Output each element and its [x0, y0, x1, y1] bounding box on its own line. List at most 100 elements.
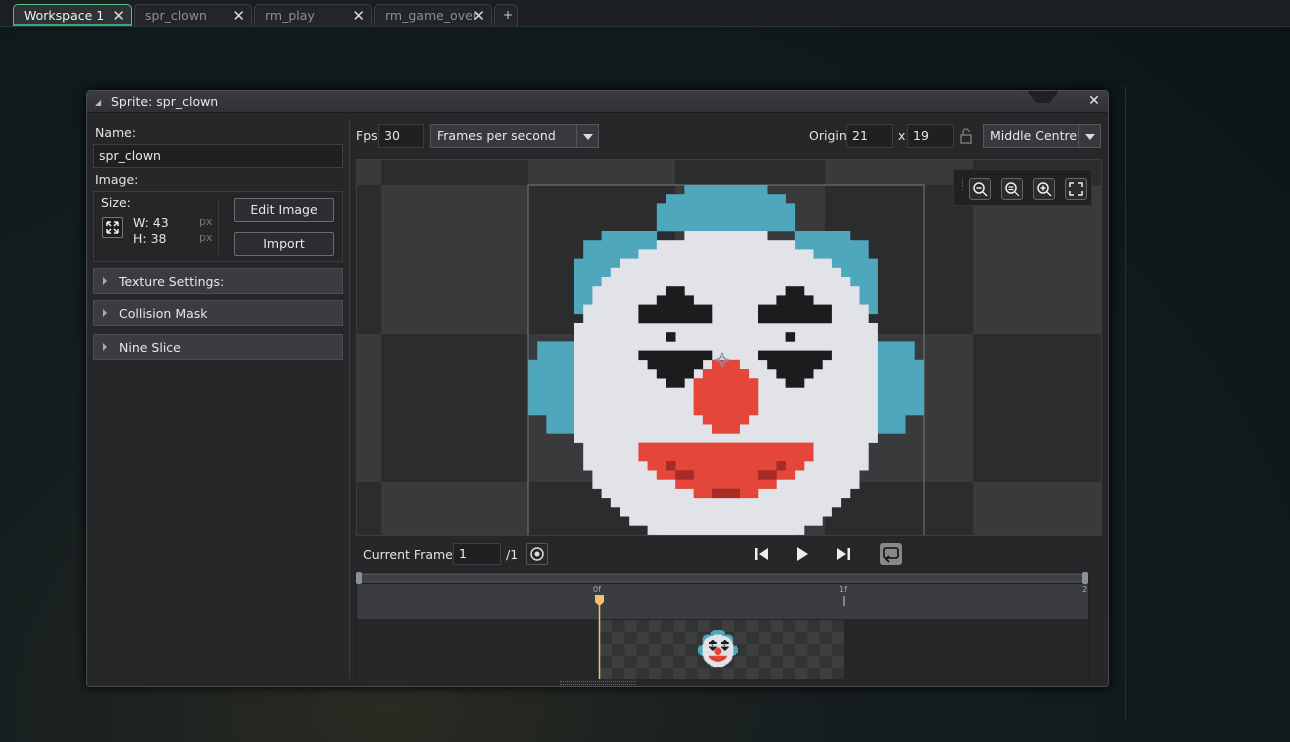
mouth: [638, 442, 814, 462]
expand-icon: [103, 343, 107, 351]
face: [656, 534, 796, 535]
expand-icon: [103, 277, 107, 285]
sprite-canvas[interactable]: ⋮ ⋮: [356, 159, 1102, 536]
nose: [712, 424, 740, 434]
checker-tile: [357, 334, 381, 482]
loop-toggle-icon[interactable]: [880, 543, 902, 565]
scroll-handle-right[interactable]: [1082, 572, 1088, 584]
checker-tile: [973, 334, 1101, 482]
eye: [666, 332, 676, 342]
tab-spr-clown[interactable]: spr_clown ✕: [134, 4, 252, 26]
eyebrow: [721, 642, 729, 645]
frame-thumb-checker: [746, 644, 759, 656]
add-tab-button[interactable]: +: [494, 4, 518, 26]
checker-tile: [528, 160, 675, 185]
checker-tile: [381, 185, 528, 334]
frame-thumb-checker: [795, 656, 808, 668]
close-icon[interactable]: ✕: [352, 7, 365, 25]
current-frame-input[interactable]: 1: [453, 543, 501, 565]
eye: [723, 644, 725, 646]
checker-tile: [357, 160, 381, 185]
face: [574, 341, 878, 351]
close-window-button[interactable]: ✕: [1084, 93, 1104, 111]
frame-thumb-checker: [807, 644, 820, 656]
frame-thumb-checker: [783, 656, 796, 668]
drag-handle-icon[interactable]: ⋮ ⋮: [958, 179, 967, 192]
frame-thumb-checker: [636, 644, 649, 656]
hair: [656, 203, 796, 232]
eyebrow: [709, 642, 717, 645]
frame-thumb-checker: [624, 620, 637, 632]
checker-tile: [675, 160, 825, 185]
tooth-shadow: [776, 461, 786, 471]
frame-thumb-checker: [673, 656, 686, 668]
tab-rm-game-over[interactable]: rm_game_over ✕: [374, 4, 492, 26]
eyebrow: [758, 313, 832, 324]
frame-thumb-checker: [819, 656, 832, 668]
tab-rm-play[interactable]: rm_play ✕: [254, 4, 372, 26]
width-value: W: 43: [133, 215, 169, 230]
texture-settings-section[interactable]: Texture Settings:: [93, 268, 343, 294]
frame-thumb-checker: [612, 656, 625, 668]
timeline-scrollbar[interactable]: [358, 573, 1087, 583]
eyebrow: [638, 304, 713, 315]
origin-y-input[interactable]: 19: [907, 124, 954, 148]
import-button[interactable]: Import: [234, 232, 334, 256]
lock-icon[interactable]: [959, 127, 973, 145]
height-unit: px: [199, 231, 213, 244]
frame-thumb-checker: [783, 632, 796, 644]
frame-thumb-checker: [661, 632, 674, 644]
skip-start-icon[interactable]: [752, 544, 772, 564]
origin-x-input[interactable]: 21: [846, 124, 893, 148]
frame-thumb-checker: [661, 620, 674, 632]
timeline[interactable]: 0f 1f 2: [356, 572, 1089, 680]
window-titlebar[interactable]: ◢ Sprite: spr_clown ✕: [87, 91, 1108, 113]
frame-thumb-checker: [807, 632, 820, 644]
origin-separator: x: [898, 128, 906, 143]
frame-thumb-checker: [685, 656, 698, 668]
resize-handle[interactable]: [560, 681, 636, 685]
face: [684, 231, 768, 241]
frame-thumb-checker: [819, 644, 832, 656]
face: [574, 332, 878, 342]
name-field[interactable]: spr_clown: [93, 144, 343, 168]
collapse-icon[interactable]: ◢: [95, 98, 101, 107]
zoom-out-icon[interactable]: [969, 178, 991, 200]
eye: [666, 378, 685, 388]
frame-thumb-checker: [819, 668, 832, 680]
close-icon[interactable]: ✕: [232, 7, 245, 25]
eyebrow: [656, 295, 694, 305]
face: [620, 258, 832, 269]
close-icon[interactable]: ✕: [472, 7, 485, 25]
collision-mask-section[interactable]: Collision Mask: [93, 300, 343, 326]
frame-thumb-checker: [636, 668, 649, 680]
frame-thumb-checker: [612, 620, 625, 632]
zoom-in-icon[interactable]: [1033, 178, 1055, 200]
frame-thumb-checker: [819, 620, 832, 632]
fps-input[interactable]: 30: [378, 124, 424, 148]
frame-thumb-checker: [807, 620, 820, 632]
tab-workspace-1[interactable]: Workspace 1 ✕: [13, 4, 132, 26]
skip-end-icon[interactable]: [833, 544, 853, 564]
section-label: Nine Slice: [119, 340, 181, 355]
fps-mode-select[interactable]: Frames per second: [430, 124, 599, 148]
scroll-handle-left[interactable]: [356, 572, 362, 584]
frame-thumb-checker: [624, 632, 637, 644]
frame-thumb-checker: [612, 632, 625, 644]
frame-thumb-checker: [612, 668, 625, 680]
frame-thumb-checker: [746, 668, 759, 680]
nine-slice-section[interactable]: Nine Slice: [93, 334, 343, 360]
frame-thumb-checker: [831, 644, 845, 656]
eyebrow: [666, 286, 685, 296]
play-icon[interactable]: [792, 544, 812, 564]
close-icon[interactable]: ✕: [112, 7, 125, 25]
fullscreen-icon[interactable]: [1065, 178, 1087, 200]
edit-image-button[interactable]: Edit Image: [234, 198, 334, 222]
frame-controls: Current Frame: 1 /1: [356, 538, 1102, 570]
onion-skin-icon[interactable]: [526, 543, 548, 565]
origin-mode-select[interactable]: Middle Centre: [983, 124, 1101, 148]
frame-thumb-checker: [685, 644, 698, 656]
resize-icon[interactable]: [102, 217, 123, 238]
frame-thumb-checker: [819, 632, 832, 644]
zoom-reset-icon[interactable]: [1001, 178, 1023, 200]
